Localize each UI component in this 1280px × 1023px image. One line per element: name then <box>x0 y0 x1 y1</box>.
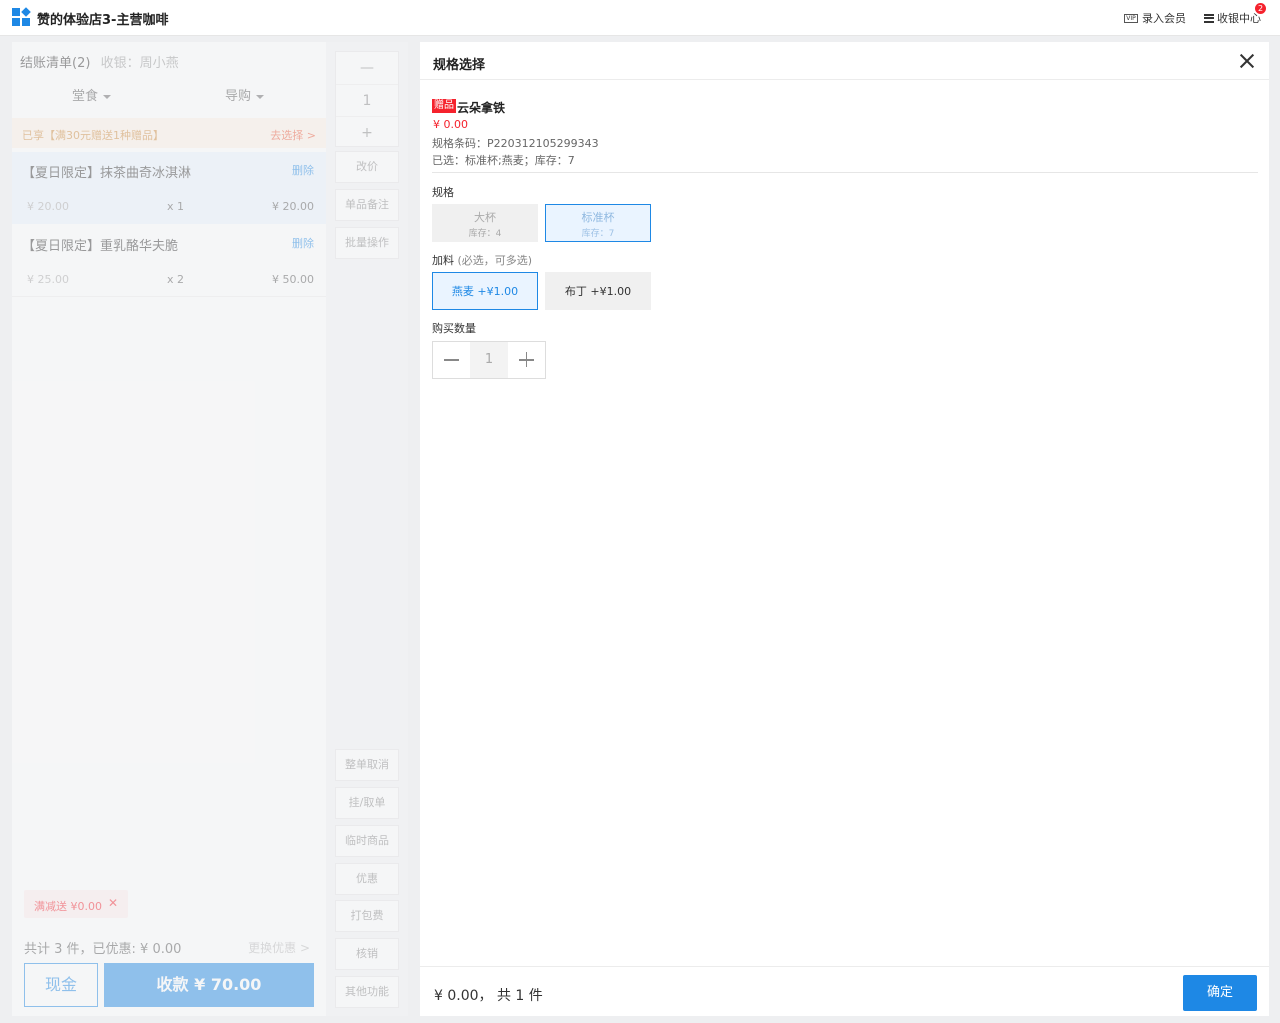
discount-button[interactable]: 优惠 <box>335 863 399 895</box>
spec-selection-panel: 规格选择 赠品 云朵拿铁 ¥ 0.00 规格条码：P22031210529934… <box>420 42 1269 1016</box>
quantity-value: 1 <box>336 84 398 116</box>
spec-barcode: 规格条码：P220312105299343 <box>432 137 599 150</box>
panel-header: 规格选择 <box>420 42 1269 80</box>
app-logo-icon <box>12 7 31 26</box>
cash-center-link[interactable]: 收银中心 <box>1204 10 1261 26</box>
footer-total: ¥ 0.00， 共 1 件 <box>434 988 543 1004</box>
caret-down-icon <box>256 94 265 99</box>
change-discount-link[interactable]: 更换优惠 > <box>248 939 310 956</box>
spec-option-stock: 库存：4 <box>468 229 502 239</box>
item-subtotal: ¥ 20.00 <box>272 200 314 213</box>
guide-label: 导购 <box>225 89 252 104</box>
dine-mode-dropdown[interactable]: 堂食 <box>72 85 112 104</box>
more-functions-button[interactable]: 其他功能 <box>335 976 399 1008</box>
checkout-panel: 结账清单(2) 收银：周小燕 堂食 导购 已享【满30元赠送1种赠品】 去选择 … <box>12 42 408 1016</box>
minus-icon[interactable] <box>433 342 470 378</box>
batch-operation-button[interactable]: 批量操作 <box>335 227 399 259</box>
spec-option-stock: 库存：7 <box>581 229 615 239</box>
item-unit-price: ¥ 20.00 <box>27 200 69 213</box>
decrease-button[interactable]: — <box>336 52 398 84</box>
cash-center-label: 收银中心 <box>1217 12 1261 25</box>
cashier-name: 收银：周小燕 <box>100 56 179 71</box>
increase-button[interactable]: + <box>336 116 398 148</box>
cart-column: 结账清单(2) 收银：周小燕 堂食 导购 已享【满30元赠送1种赠品】 去选择 … <box>12 42 326 1016</box>
purchase-quantity-stepper: 1 <box>432 341 546 379</box>
product-price: ¥ 0.00 <box>433 118 468 131</box>
purchase-quantity-value[interactable]: 1 <box>470 342 508 378</box>
divider <box>432 172 1258 173</box>
menu-icon <box>1204 13 1214 23</box>
item-name: 【夏日限定】重乳酪华夫脆 <box>22 239 179 254</box>
addon-option-label: 布丁 +¥1.00 <box>564 285 632 298</box>
verify-button[interactable]: 核销 <box>335 938 399 970</box>
dine-mode-label: 堂食 <box>72 89 99 104</box>
addon-section-label: 加料 (必选，可多选) <box>432 252 532 268</box>
cancel-order-button[interactable]: 整单取消 <box>335 749 399 781</box>
packing-fee-button[interactable]: 打包费 <box>335 900 399 932</box>
caret-down-icon <box>103 94 112 99</box>
selected-summary: 已选：标准杯;燕麦；库存：7 <box>432 154 575 167</box>
cart-item[interactable]: 【夏日限定】重乳酪华夫脆 删除 ¥ 25.00 x 2 ¥ 50.00 <box>12 225 326 297</box>
close-icon[interactable] <box>1239 53 1255 69</box>
item-quantity: x 2 <box>167 273 185 286</box>
collect-payment-button[interactable]: 收款 ¥ 70.00 <box>104 963 314 1007</box>
addon-option-oat[interactable]: 燕麦 +¥1.00 <box>432 272 538 310</box>
register-member-link[interactable]: VIP 录入会员 <box>1124 10 1186 26</box>
addon-option-pudding[interactable]: 布丁 +¥1.00 <box>545 272 651 310</box>
gift-tag: 赠品 <box>432 99 456 113</box>
addon-option-label: 燕麦 +¥1.00 <box>451 285 519 298</box>
spec-option-standard[interactable]: 标准杯 库存：7 <box>545 204 651 242</box>
top-bar: 赞的体验店3-主营咖啡 VIP 录入会员 收银中心 2 <box>0 0 1280 36</box>
store-title: 赞的体验店3-主营咖啡 <box>37 13 169 28</box>
item-subtotal: ¥ 50.00 <box>272 273 314 286</box>
discount-tag: 满减送 ¥0.00 ✕ <box>24 890 128 918</box>
addon-hint: (必选，可多选) <box>457 254 533 267</box>
spec-option-label: 标准杯 <box>581 211 615 224</box>
spec-section-label: 规格 <box>432 186 454 199</box>
action-column: — 1 + 改价 单品备注 批量操作 整单取消 挂/取单 临时商品 优惠 打包费… <box>326 42 408 1016</box>
spec-option-label: 大杯 <box>474 211 496 224</box>
promo-banner: 已享【满30元赠送1种赠品】 去选择 > <box>12 118 326 148</box>
choose-gift-link[interactable]: 去选择 > <box>270 127 316 143</box>
quantity-section-label: 购买数量 <box>432 322 476 335</box>
cart-item[interactable]: 【夏日限定】抹茶曲奇冰淇淋 删除 ¥ 20.00 x 1 ¥ 20.00 <box>12 152 326 224</box>
plus-icon[interactable] <box>508 342 545 378</box>
cart-header: 结账清单(2) 收银：周小燕 <box>20 52 179 71</box>
delete-item-button[interactable]: 删除 <box>292 235 314 251</box>
confirm-button[interactable]: 确定 <box>1183 975 1257 1011</box>
item-name: 【夏日限定】抹茶曲奇冰淇淋 <box>22 166 192 181</box>
promo-text: 已享【满30元赠送1种赠品】 <box>22 129 164 142</box>
item-unit-price: ¥ 25.00 <box>27 273 69 286</box>
discount-tag-label: 满减送 ¥0.00 <box>34 900 102 913</box>
cart-summary: 共计 3 件，已优惠: ¥ 0.00 <box>24 942 182 957</box>
hold-order-button[interactable]: 挂/取单 <box>335 787 399 819</box>
spec-option-large[interactable]: 大杯 库存：4 <box>432 204 538 242</box>
item-note-button[interactable]: 单品备注 <box>335 189 399 221</box>
panel-footer: ¥ 0.00， 共 1 件 确定 <box>420 966 1269 1016</box>
quantity-stepper: — 1 + <box>335 51 399 147</box>
panel-title: 规格选择 <box>433 58 486 73</box>
remove-discount-icon[interactable]: ✕ <box>108 896 118 910</box>
divider <box>12 296 326 297</box>
item-quantity: x 1 <box>167 200 185 213</box>
temp-item-button[interactable]: 临时商品 <box>335 825 399 857</box>
change-price-button[interactable]: 改价 <box>335 151 399 183</box>
register-member-label: 录入会员 <box>1142 12 1186 25</box>
cart-title: 结账清单(2) <box>20 56 91 71</box>
notification-badge: 2 <box>1255 3 1266 14</box>
cash-button[interactable]: 现金 <box>24 963 98 1007</box>
addon-label: 加料 <box>432 254 454 267</box>
vip-card-icon: VIP <box>1124 13 1138 23</box>
product-name: 云朵拿铁 <box>457 101 506 115</box>
guide-dropdown[interactable]: 导购 <box>225 85 265 104</box>
delete-item-button[interactable]: 删除 <box>292 162 314 178</box>
